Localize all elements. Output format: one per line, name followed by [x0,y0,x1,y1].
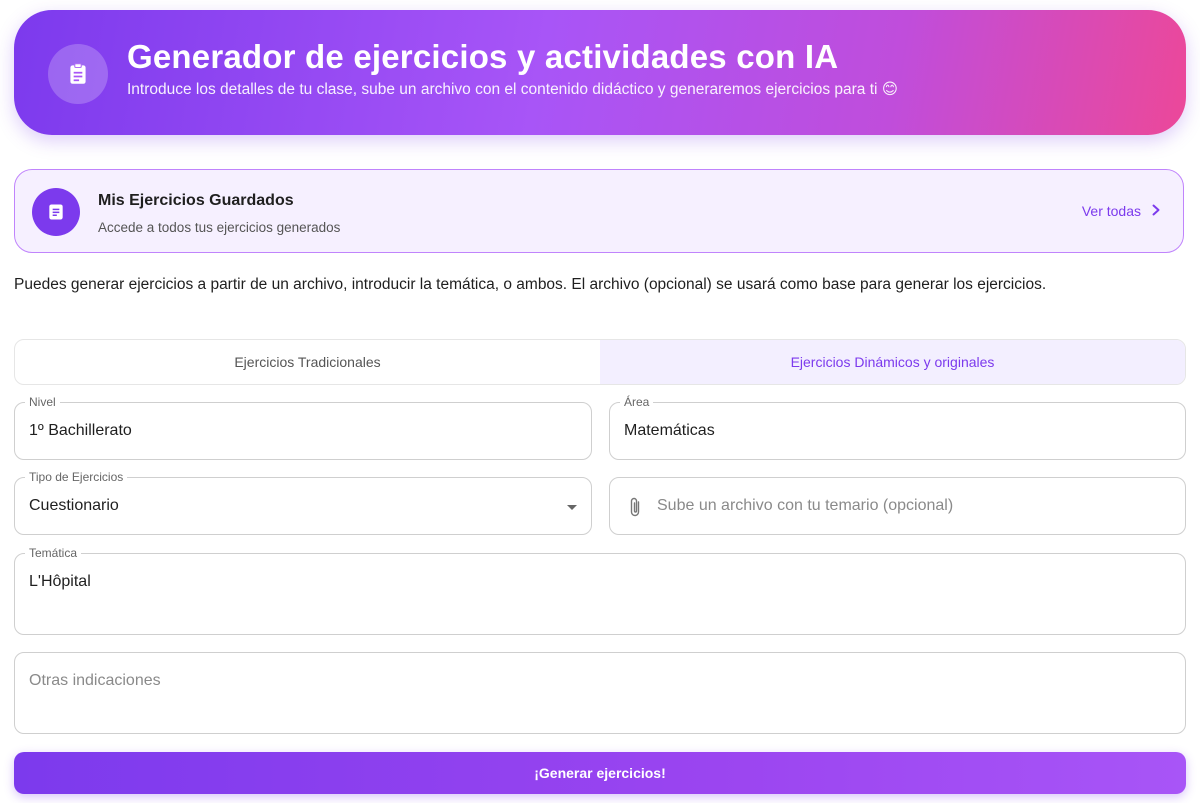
exercise-type-value: Cuestionario [29,497,119,514]
paperclip-icon [628,496,642,523]
exercise-type-select[interactable]: Tipo de Ejercicios Cuestionario [14,470,592,535]
exercise-type-label: Tipo de Ejercicios [25,470,128,484]
dropdown-caret-icon [567,505,577,510]
other-instructions-textarea[interactable]: Otras indicaciones [14,652,1186,734]
file-upload-field[interactable]: Sube un archivo con tu temario (opcional… [609,477,1186,535]
topic-textarea[interactable]: Temática L'Hôpital [14,546,1186,635]
other-instructions-placeholder: Otras indicaciones [29,672,161,689]
header-banner: Generador de ejercicios y actividades co… [14,10,1186,135]
saved-exercises-card[interactable]: Mis Ejercicios Guardados Accede a todos … [14,169,1184,253]
saved-subtitle: Accede a todos tus ejercicios generados [98,220,341,235]
area-label: Área [620,395,654,409]
intro-text: Puedes generar ejercicios a partir de un… [14,276,1047,293]
topic-label: Temática [25,546,82,560]
saved-title: Mis Ejercicios Guardados [98,192,294,209]
clipboard-icon [48,44,108,104]
view-all-label: Ver todas [1081,203,1141,219]
chevron-right-icon [1151,203,1161,219]
page-title: Generador de ejercicios y actividades co… [127,38,839,75]
tab-traditional[interactable]: Ejercicios Tradicionales [15,340,600,384]
area-field[interactable]: Área Matemáticas [609,395,1186,460]
nivel-value: 1º Bachillerato [29,422,132,439]
nivel-field[interactable]: Nivel 1º Bachillerato [14,395,592,460]
page-subtitle: Introduce los detalles de tu clase, sube… [127,81,898,98]
generate-button[interactable]: ¡Generar ejercicios! [14,752,1186,794]
topic-value: L'Hôpital [29,573,91,590]
area-value: Matemáticas [624,422,715,439]
view-all-link[interactable]: Ver todas [1082,203,1161,219]
file-upload-placeholder: Sube un archivo con tu temario (opcional… [657,497,954,514]
document-icon [32,188,80,236]
nivel-label: Nivel [25,395,60,409]
tab-dynamic[interactable]: Ejercicios Dinámicos y originales [600,340,1185,384]
exercise-type-tabs: Ejercicios Tradicionales Ejercicios Diná… [14,339,1186,385]
